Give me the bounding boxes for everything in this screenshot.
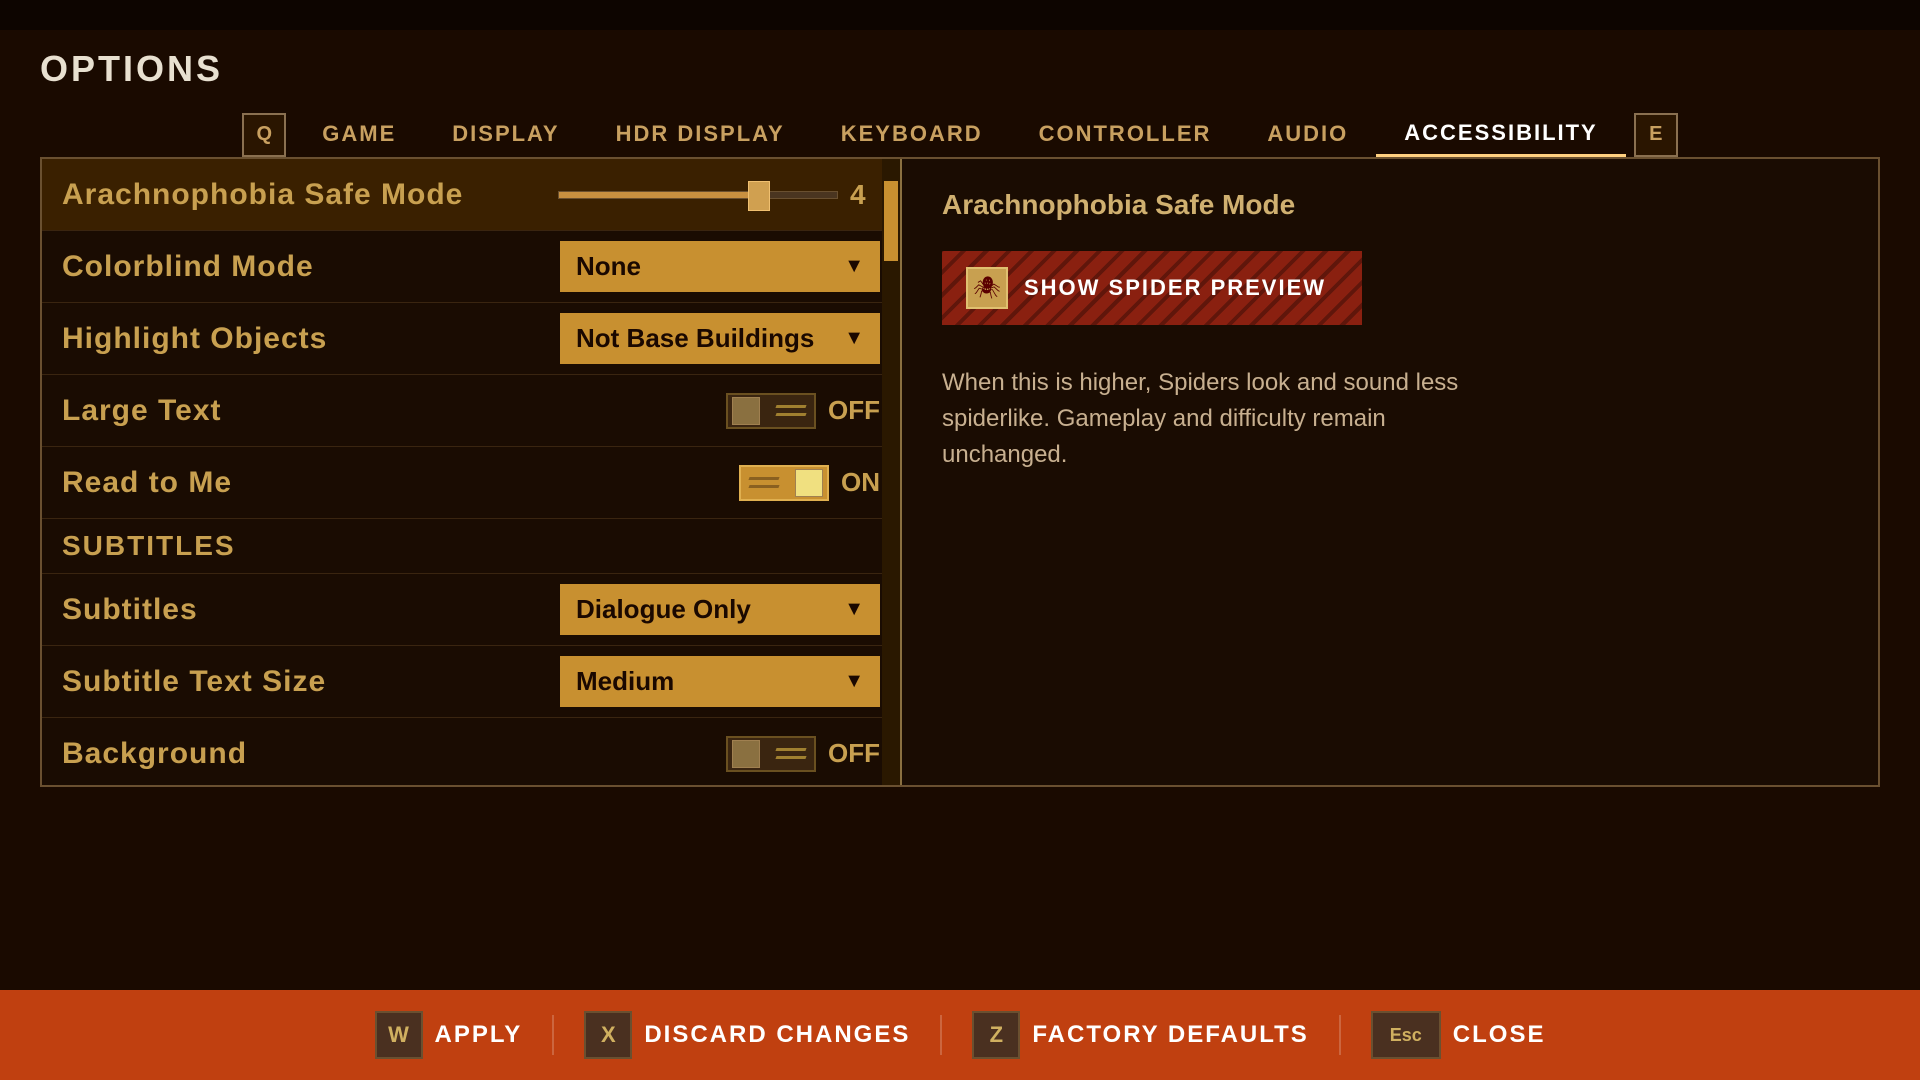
toggle-line-1: [748, 477, 779, 480]
toggle-line-2: [775, 413, 806, 416]
read-to-me-label: Read to Me: [62, 466, 739, 500]
highlight-objects-arrow: ▼: [844, 327, 864, 350]
large-text-toggle-container: OFF: [726, 393, 880, 429]
spider-icon-symbol: 🕷: [973, 275, 1001, 301]
subtitles-section-label: SUBTITLES: [62, 530, 236, 562]
large-text-state: OFF: [828, 395, 880, 426]
tab-audio[interactable]: AUDIO: [1239, 113, 1376, 157]
arachnophobia-slider-fill: [559, 192, 759, 198]
colorblind-dropdown[interactable]: None ▼: [560, 241, 880, 292]
arachnophobia-slider-thumb[interactable]: [748, 181, 770, 211]
background-label: Background: [62, 737, 726, 771]
subtitle-text-size-dropdown[interactable]: Medium ▼: [560, 656, 880, 707]
read-to-me-toggle-lines: [749, 477, 779, 488]
background-toggle-container: OFF: [726, 736, 880, 772]
separator-3: [1339, 1015, 1341, 1055]
setting-highlight-objects[interactable]: Highlight Objects Not Base Buildings ▼: [42, 303, 900, 375]
read-to-me-toggle-container: ON: [739, 465, 880, 501]
tab-display[interactable]: DISPLAY: [424, 113, 587, 157]
background-toggle[interactable]: [726, 736, 816, 772]
tab-keyboard[interactable]: KEYBOARD: [813, 113, 1011, 157]
setting-arachnophobia[interactable]: Arachnophobia Safe Mode 4: [42, 159, 900, 231]
info-description: When this is higher, Spiders look and so…: [942, 365, 1462, 473]
read-to-me-state: ON: [841, 467, 880, 498]
discard-key: X: [584, 1011, 632, 1059]
toggle-line-2: [775, 756, 806, 759]
read-to-me-toggle[interactable]: [739, 465, 829, 501]
toggle-line-2: [748, 485, 779, 488]
scroll-indicator[interactable]: [882, 159, 900, 785]
toggle-line-1: [775, 405, 806, 408]
discard-action[interactable]: X DISCARD CHANGES: [584, 1011, 910, 1059]
bottom-bar: W APPLY X DISCARD CHANGES Z FACTORY DEFA…: [0, 990, 1920, 1080]
header: OPTIONS: [0, 30, 1920, 100]
tab-hdr-display[interactable]: HDR DISPLAY: [588, 113, 813, 157]
separator-2: [940, 1015, 942, 1055]
close-key: Esc: [1371, 1011, 1441, 1059]
arachnophobia-label: Arachnophobia Safe Mode: [62, 178, 558, 212]
close-action[interactable]: Esc CLOSE: [1371, 1011, 1546, 1059]
subtitle-text-size-label: Subtitle Text Size: [62, 665, 560, 699]
tab-game[interactable]: GAME: [294, 113, 424, 157]
discard-label: DISCARD CHANGES: [644, 1021, 910, 1049]
setting-read-to-me[interactable]: Read to Me ON: [42, 447, 900, 519]
info-title: Arachnophobia Safe Mode: [942, 189, 1295, 221]
apply-label: APPLY: [435, 1021, 523, 1049]
subtitles-value: Dialogue Only: [576, 594, 834, 625]
subtitles-arrow: ▼: [844, 598, 864, 621]
spider-preview-label: SHOW SPIDER PREVIEW: [1024, 275, 1326, 301]
setting-colorblind[interactable]: Colorblind Mode None ▼: [42, 231, 900, 303]
large-text-toggle-lines: [776, 405, 806, 416]
colorblind-arrow: ▼: [844, 255, 864, 278]
info-panel: Arachnophobia Safe Mode 🕷 SHOW SPIDER PR…: [902, 159, 1878, 785]
subtitles-label: Subtitles: [62, 593, 560, 627]
read-to-me-toggle-circle: [795, 469, 823, 497]
tab-controller[interactable]: CONTROLLER: [1011, 113, 1240, 157]
background-toggle-lines: [776, 748, 806, 759]
factory-key: Z: [972, 1011, 1020, 1059]
highlight-objects-dropdown[interactable]: Not Base Buildings ▼: [560, 313, 880, 364]
highlight-objects-value: Not Base Buildings: [576, 323, 834, 354]
arachnophobia-slider-container: 4: [558, 179, 880, 211]
main-content: Arachnophobia Safe Mode 4 Colorblind Mod…: [40, 157, 1880, 787]
colorblind-label: Colorblind Mode: [62, 250, 560, 284]
highlight-objects-label: Highlight Objects: [62, 322, 560, 356]
setting-large-text[interactable]: Large Text OFF: [42, 375, 900, 447]
factory-label: FACTORY DEFAULTS: [1032, 1021, 1308, 1049]
nav-left-key[interactable]: Q: [242, 113, 286, 157]
nav-tabs: Q GAME DISPLAY HDR DISPLAY KEYBOARD CONT…: [0, 100, 1920, 157]
tab-accessibility[interactable]: ACCESSIBILITY: [1376, 112, 1625, 157]
separator-1: [552, 1015, 554, 1055]
large-text-toggle-circle: [732, 397, 760, 425]
toggle-line-1: [775, 748, 806, 751]
spider-icon: 🕷: [966, 267, 1008, 309]
nav-right-key[interactable]: E: [1634, 113, 1678, 157]
settings-panel: Arachnophobia Safe Mode 4 Colorblind Mod…: [42, 159, 902, 785]
setting-background[interactable]: Background OFF: [42, 718, 900, 785]
background-state: OFF: [828, 738, 880, 769]
arachnophobia-value: 4: [850, 179, 880, 211]
scroll-thumb[interactable]: [884, 181, 898, 261]
background-toggle-circle: [732, 740, 760, 768]
colorblind-value: None: [576, 251, 834, 282]
arachnophobia-slider-track[interactable]: [558, 191, 838, 199]
subtitle-text-size-value: Medium: [576, 666, 834, 697]
large-text-toggle[interactable]: [726, 393, 816, 429]
show-spider-preview-button[interactable]: 🕷 SHOW SPIDER PREVIEW: [942, 251, 1362, 325]
apply-key: W: [375, 1011, 423, 1059]
setting-subtitles[interactable]: Subtitles Dialogue Only ▼: [42, 574, 900, 646]
close-label: CLOSE: [1453, 1021, 1546, 1049]
section-subtitles: SUBTITLES: [42, 519, 900, 574]
apply-action[interactable]: W APPLY: [375, 1011, 523, 1059]
setting-subtitle-text-size[interactable]: Subtitle Text Size Medium ▼: [42, 646, 900, 718]
large-text-label: Large Text: [62, 394, 726, 428]
subtitles-dropdown[interactable]: Dialogue Only ▼: [560, 584, 880, 635]
top-bar: [0, 0, 1920, 30]
page-title: OPTIONS: [40, 48, 1880, 90]
subtitle-text-size-arrow: ▼: [844, 670, 864, 693]
factory-action[interactable]: Z FACTORY DEFAULTS: [972, 1011, 1308, 1059]
